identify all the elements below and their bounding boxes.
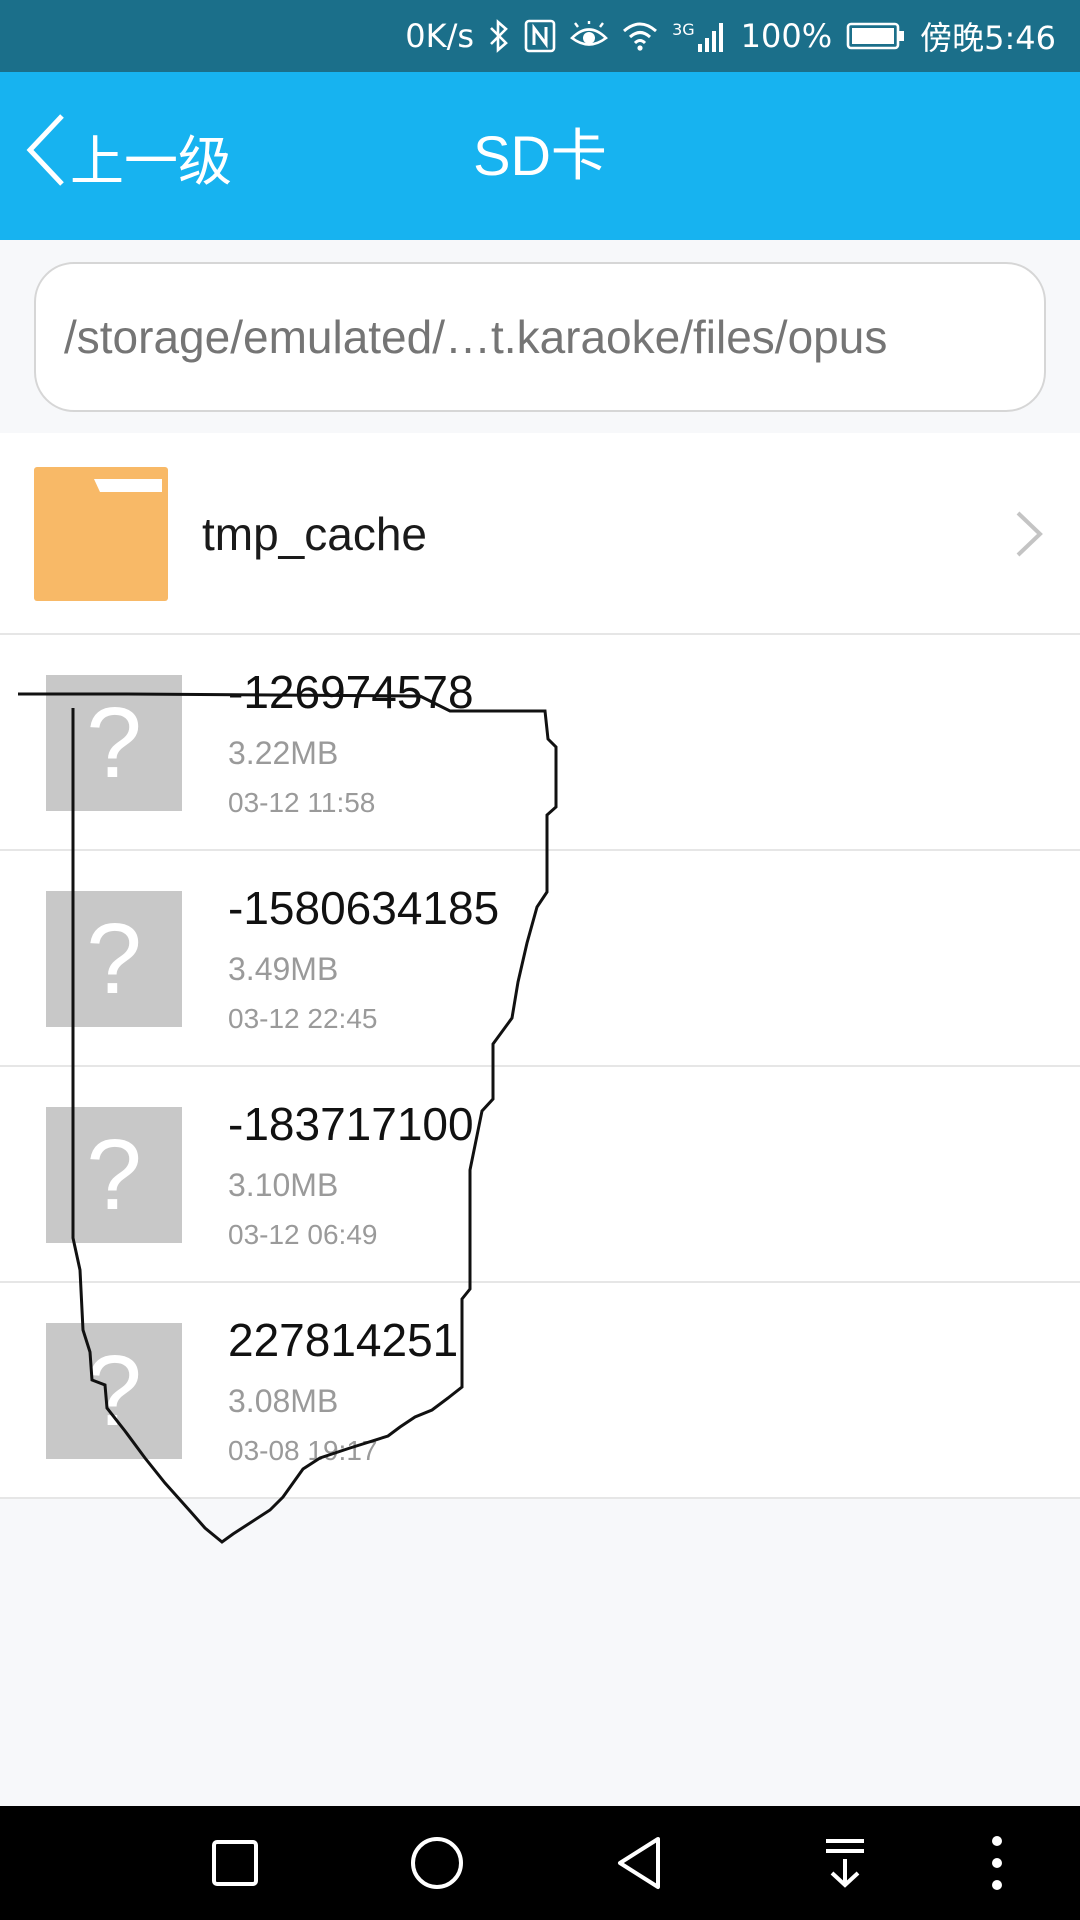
network-speed: 0K/s — [405, 17, 475, 55]
nfc-icon — [524, 19, 556, 53]
file-date: 03-12 11:58 — [228, 787, 376, 818]
battery-percent: 100% — [740, 17, 833, 55]
file-date: 03-12 22:45 — [228, 1003, 378, 1034]
file-name: -1580634185 — [228, 882, 500, 934]
bluetooth-icon — [488, 19, 510, 53]
folder-name: tmp_cache — [202, 508, 428, 560]
folder-icon — [34, 467, 168, 601]
system-nav-bar — [0, 1806, 1080, 1920]
battery-icon — [846, 21, 906, 51]
file-size: 3.49MB — [228, 951, 339, 987]
folder-item-tmp-cache[interactable]: tmp_cache — [0, 433, 1080, 635]
network-type: 3G — [672, 20, 695, 39]
file-size: 3.10MB — [228, 1167, 339, 1203]
unknown-file-icon: ? — [46, 1323, 182, 1459]
path-field[interactable]: /storage/emulated/…t.karaoke/files/opus — [34, 262, 1046, 412]
file-name: 227814251 — [228, 1314, 459, 1366]
status-time: 傍晚5:46 — [920, 19, 1056, 57]
file-list: tmp_cache ? -126974578 3.22MB 03-12 11:5… — [0, 433, 1080, 1499]
file-size: 3.08MB — [228, 1383, 339, 1419]
status-bar: 0K/s 3G 100% 傍晚5:46 — [0, 0, 1080, 72]
chevron-right-icon — [1010, 509, 1050, 559]
unknown-file-icon: ? — [46, 891, 182, 1027]
file-date: 03-12 06:49 — [228, 1219, 378, 1250]
unknown-file-icon: ? — [46, 675, 182, 811]
recents-square-icon[interactable] — [200, 1828, 270, 1898]
file-item[interactable]: ? -126974578 3.22MB 03-12 11:58 — [0, 635, 1080, 851]
home-circle-icon[interactable] — [402, 1828, 472, 1898]
file-item[interactable]: ? 227814251 3.08MB 03-08 19:17 — [0, 1283, 1080, 1499]
wifi-icon — [622, 21, 658, 51]
app-header: 上一级 SD卡 — [0, 72, 1080, 240]
file-size: 3.22MB — [228, 735, 339, 771]
file-name: -183717100 — [228, 1098, 474, 1150]
unknown-file-icon: ? — [46, 1107, 182, 1243]
eye-icon — [570, 21, 609, 51]
signal-icon: 3G — [672, 20, 727, 52]
more-dots-icon[interactable] — [962, 1828, 1032, 1898]
page-title: SD卡 — [473, 124, 607, 187]
file-item[interactable]: ? -1580634185 3.49MB 03-12 22:45 — [0, 851, 1080, 1067]
file-date: 03-08 19:17 — [228, 1435, 378, 1466]
file-name: -126974578 — [228, 666, 474, 718]
file-item[interactable]: ? -183717100 3.10MB 03-12 06:49 — [0, 1067, 1080, 1283]
path-text: /storage/emulated/…t.karaoke/files/opus — [64, 311, 888, 363]
back-triangle-icon[interactable] — [604, 1828, 674, 1898]
notification-pulldown-icon[interactable] — [810, 1828, 880, 1898]
